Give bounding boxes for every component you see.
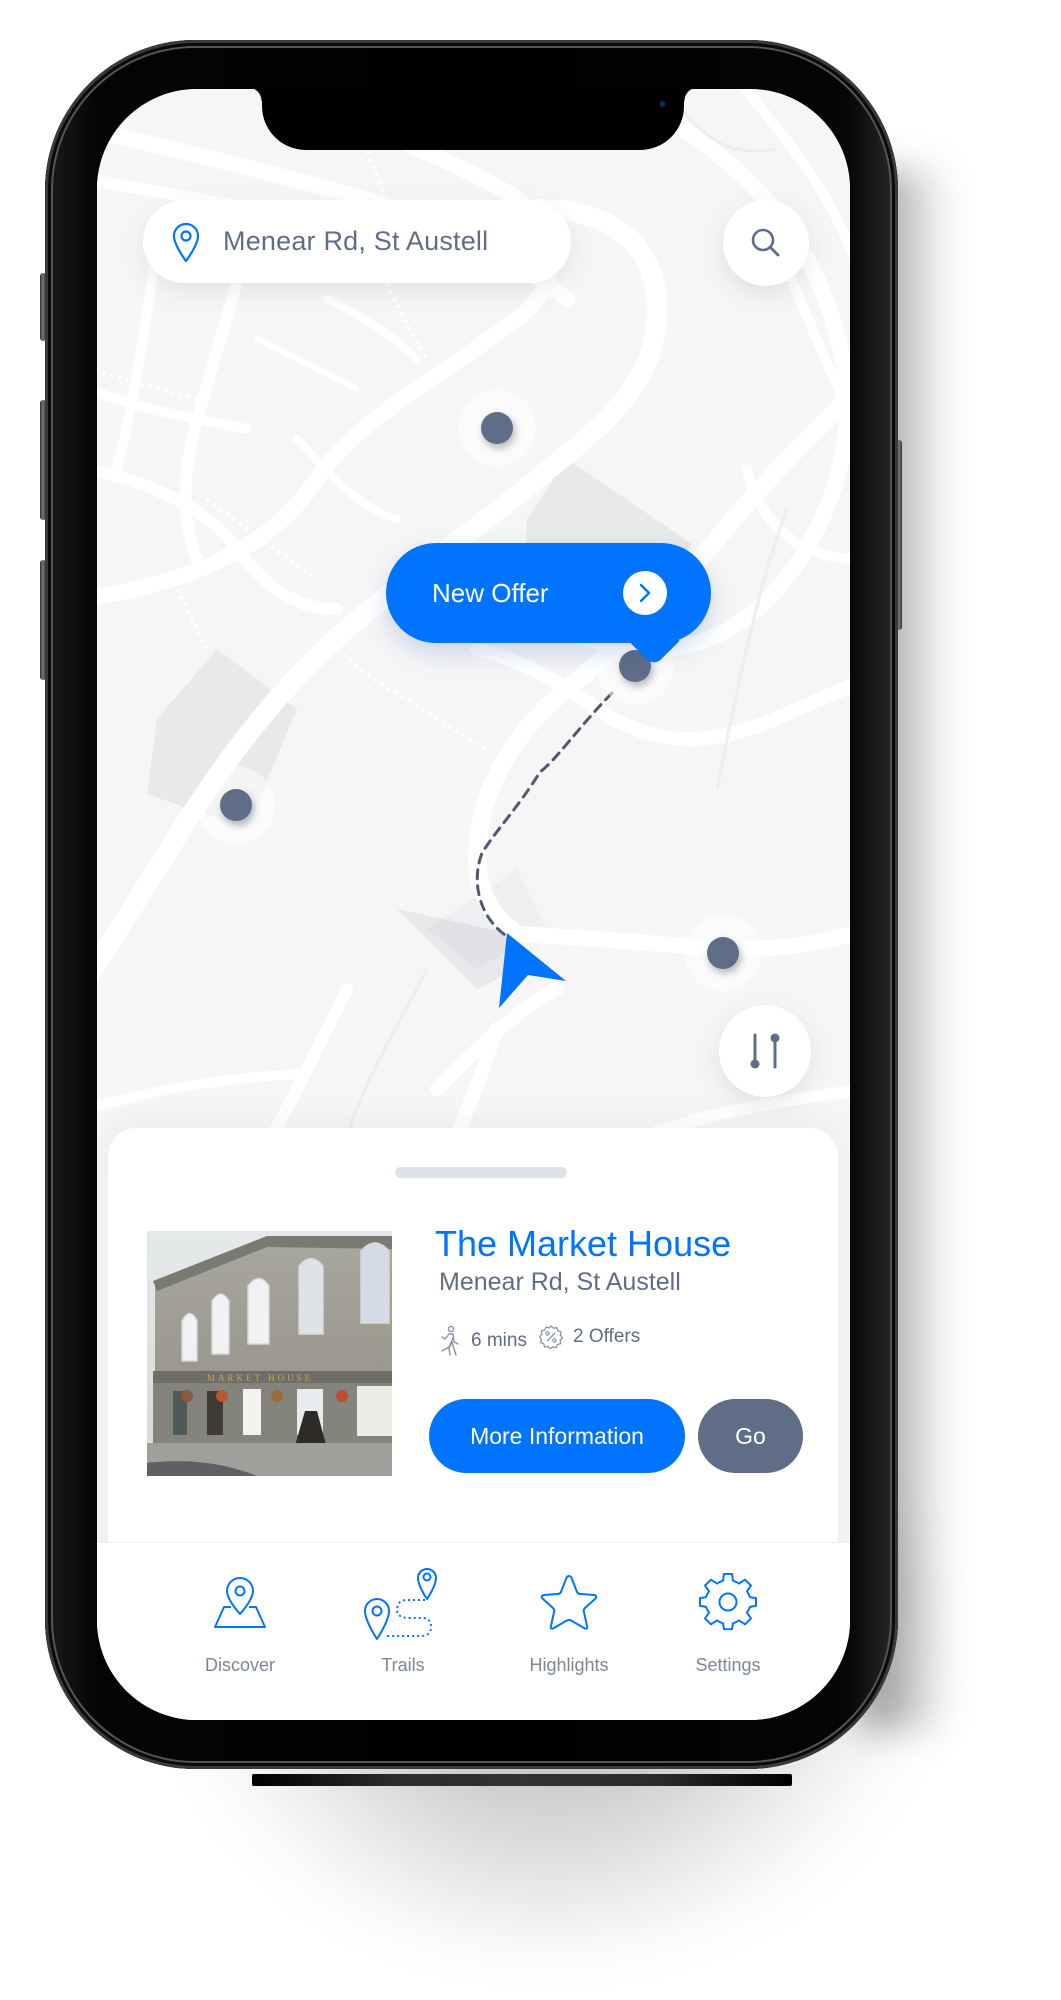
filter-sliders-icon bbox=[750, 1033, 780, 1069]
tab-highlights-label: Highlights bbox=[529, 1655, 609, 1675]
filter-button[interactable] bbox=[719, 1005, 811, 1097]
tab-discover-label: Discover bbox=[204, 1655, 275, 1675]
building-photo-illustration: MARKET HOUSE bbox=[147, 1231, 392, 1476]
map-location-icon bbox=[214, 1577, 266, 1628]
gear-icon bbox=[699, 1573, 757, 1631]
tab-discover[interactable]: Discover bbox=[165, 1543, 315, 1720]
front-camera bbox=[660, 101, 665, 107]
photo-sign-text: MARKET HOUSE bbox=[207, 1373, 313, 1383]
route-pins-icon bbox=[364, 1568, 437, 1640]
map-marker-dot bbox=[220, 789, 252, 821]
walk-time-text: 6 mins bbox=[471, 1330, 527, 1351]
tab-trails[interactable]: Trails bbox=[328, 1543, 478, 1720]
map-marker[interactable] bbox=[459, 390, 535, 466]
tab-highlights[interactable]: Highlights bbox=[494, 1543, 644, 1720]
chevron-right-icon bbox=[639, 583, 651, 603]
card-drag-handle[interactable] bbox=[395, 1167, 567, 1178]
app-screen: New Offer Menear Rd, St Austell MARKET H… bbox=[97, 89, 850, 1720]
place-photo[interactable]: MARKET HOUSE bbox=[147, 1231, 392, 1476]
walking-person-icon bbox=[441, 1325, 459, 1356]
tab-settings-label: Settings bbox=[695, 1655, 761, 1675]
star-icon bbox=[540, 1575, 598, 1630]
map-marker[interactable] bbox=[685, 915, 761, 991]
device-notch bbox=[248, 89, 698, 150]
new-offer-bubble[interactable]: New Offer bbox=[386, 543, 711, 667]
tab-trails-label: Trails bbox=[381, 1655, 425, 1675]
place-title[interactable]: The Market House bbox=[435, 1223, 731, 1265]
discount-badge-icon bbox=[539, 1325, 563, 1349]
phone-bottom-bezel-strip bbox=[252, 1774, 792, 1786]
offer-open-button[interactable] bbox=[623, 571, 667, 615]
go-button[interactable]: Go bbox=[698, 1399, 803, 1473]
offer-label: New Offer bbox=[432, 577, 549, 608]
more-information-button[interactable]: More Information bbox=[429, 1399, 685, 1473]
location-text: Menear Rd, St Austell bbox=[223, 226, 489, 256]
bottom-tab-bar: Discover Trails Highlights Settings bbox=[97, 1542, 850, 1720]
walk-time: 6 mins bbox=[439, 1325, 527, 1357]
map-pin-icon bbox=[172, 222, 200, 262]
offers-count: 2 Offers bbox=[539, 1325, 640, 1349]
tab-settings[interactable]: Settings bbox=[653, 1543, 803, 1720]
map-marker-dot bbox=[481, 412, 513, 444]
place-address: Menear Rd, St Austell bbox=[439, 1268, 681, 1296]
map-marker-dot bbox=[707, 937, 739, 969]
map-marker[interactable] bbox=[198, 767, 274, 843]
search-icon bbox=[751, 228, 780, 257]
location-search-field[interactable]: Menear Rd, St Austell bbox=[143, 200, 571, 283]
search-button[interactable] bbox=[723, 200, 809, 286]
offers-count-text: 2 Offers bbox=[573, 1326, 641, 1347]
